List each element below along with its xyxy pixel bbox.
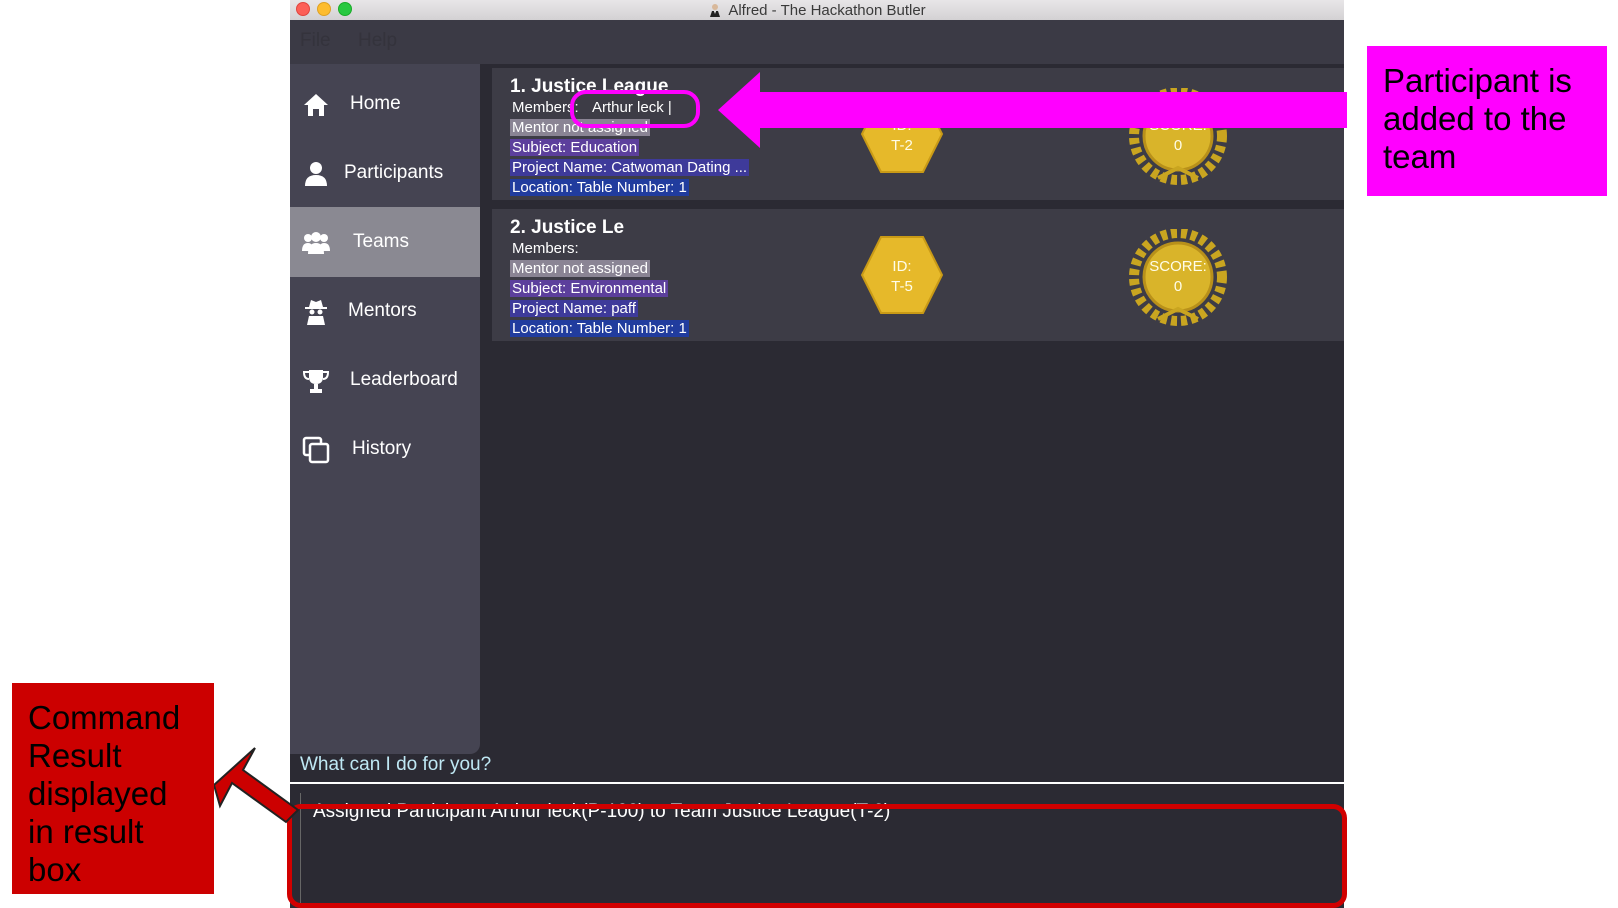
red-arrow-icon (212, 747, 300, 824)
magenta-arrow-icon (718, 72, 1347, 148)
callout-command-result: Command Result displayed in result box (12, 683, 214, 894)
callout-participant-added: Participant is added to the team (1367, 46, 1607, 196)
